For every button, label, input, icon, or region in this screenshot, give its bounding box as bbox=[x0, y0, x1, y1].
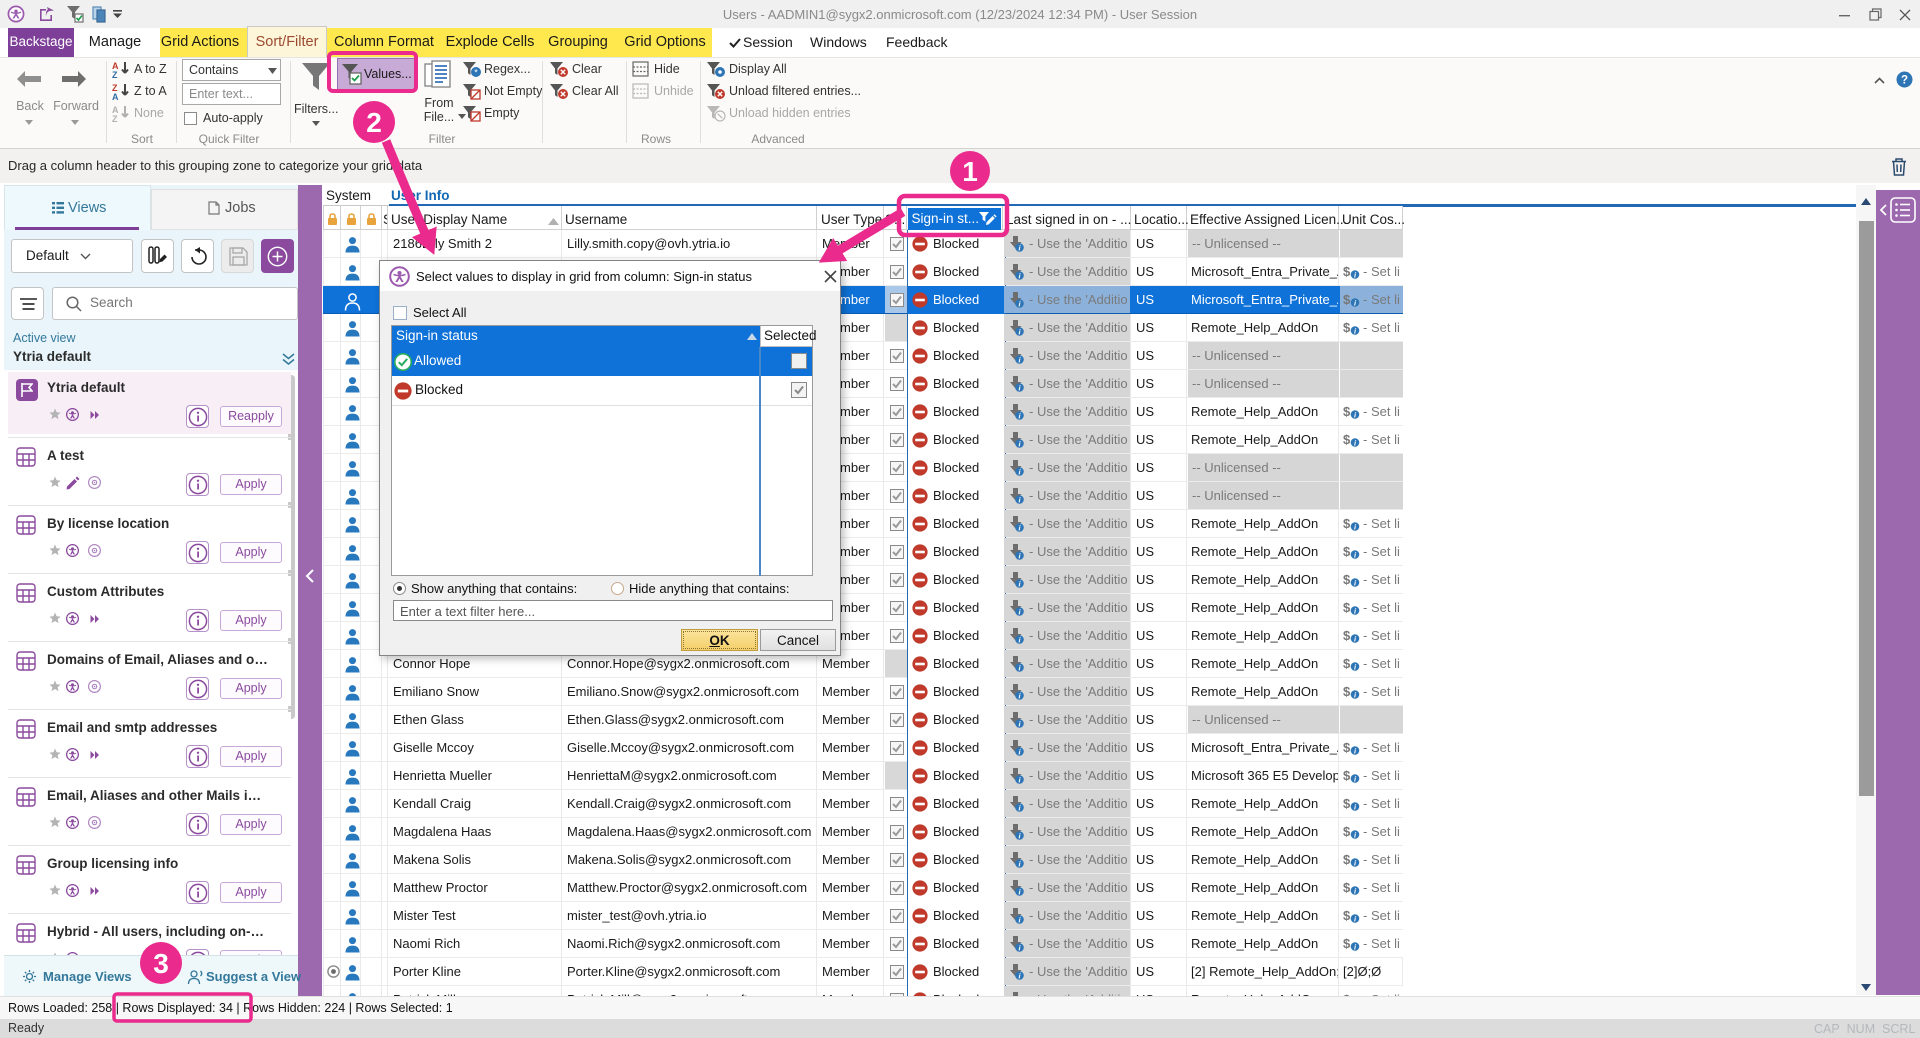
svg-text:?: ? bbox=[1901, 75, 1908, 87]
svg-text:Z: Z bbox=[112, 70, 118, 78]
svg-text:*: * bbox=[474, 68, 478, 78]
svg-text:Z: Z bbox=[112, 114, 118, 122]
svg-text:A: A bbox=[112, 92, 119, 100]
